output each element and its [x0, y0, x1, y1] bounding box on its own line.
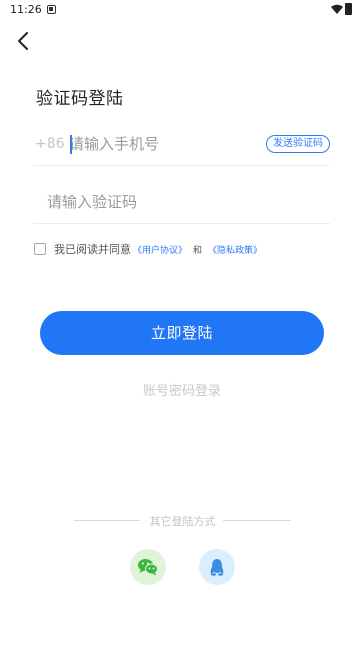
password-login-link[interactable]: 账号密码登录	[0, 380, 364, 399]
status-bar: 11:26	[0, 0, 364, 20]
qq-icon	[210, 559, 224, 576]
agreement-checkbox[interactable]	[34, 243, 46, 255]
wechat-icon	[138, 559, 158, 576]
code-input[interactable]	[47, 188, 287, 216]
other-login-divider: 其它登陆方式	[74, 512, 291, 528]
wechat-login-button[interactable]	[130, 549, 166, 585]
phone-input[interactable]	[69, 130, 249, 158]
divider-line-right	[223, 520, 291, 521]
back-button[interactable]	[12, 29, 36, 53]
phone-row: +86 发送验证码	[33, 122, 330, 166]
agreement-and: 和	[193, 245, 203, 256]
battery-icon	[345, 3, 352, 15]
code-row	[33, 180, 330, 224]
send-code-button[interactable]: 发送验证码	[266, 135, 330, 153]
country-code: +86	[35, 136, 65, 152]
text-cursor	[70, 135, 72, 154]
notification-icon	[47, 5, 56, 14]
privacy-policy-link[interactable]: 《隐私政策》	[208, 243, 262, 256]
qq-login-button[interactable]	[199, 549, 235, 585]
wifi-icon	[331, 4, 343, 14]
page-title: 验证码登陆	[36, 89, 124, 109]
other-login-label: 其它登陆方式	[149, 515, 216, 528]
agreement-text: 我已阅读并同意	[54, 243, 131, 256]
status-time: 11:26	[10, 3, 42, 16]
login-button[interactable]: 立即登陆	[40, 311, 324, 355]
chevron-left-icon	[18, 32, 28, 50]
agreement: 我已阅读并同意 《用户协议》 和 《隐私政策》	[34, 241, 264, 257]
user-agreement-link[interactable]: 《用户协议》	[133, 243, 187, 256]
